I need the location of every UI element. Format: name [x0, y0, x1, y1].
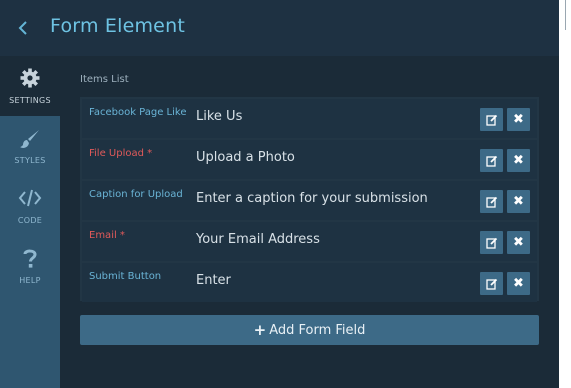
- item-value: Like Us: [196, 109, 243, 124]
- items-list-label: Items List: [80, 74, 129, 85]
- sidebar-item-help[interactable]: HELP: [0, 236, 60, 296]
- item-value: Enter a caption for your submission: [196, 191, 428, 206]
- item-value: Enter: [196, 273, 231, 288]
- header: Form Element: [0, 0, 559, 56]
- edit-button[interactable]: [480, 108, 503, 131]
- question-icon: [0, 248, 60, 270]
- close-icon: ✖: [513, 235, 524, 250]
- items-list: Facebook Page Like Like Us ✖ File Upload…: [80, 97, 539, 302]
- edit-icon: [485, 237, 498, 249]
- sidebar-item-label: SETTINGS: [9, 96, 51, 105]
- edit-button[interactable]: [480, 272, 503, 295]
- form-element-panel: Form Element SETTINGS STYLES CODE HELP I…: [0, 0, 559, 388]
- paintbrush-icon: [0, 128, 60, 150]
- sidebar-item-label: STYLES: [14, 156, 46, 165]
- item-label: File Upload *: [89, 148, 153, 159]
- list-item: Facebook Page Like Like Us ✖: [82, 99, 537, 138]
- sidebar-item-code[interactable]: CODE: [0, 176, 60, 236]
- list-item: Submit Button Enter ✖: [82, 263, 537, 302]
- sidebar-item-settings[interactable]: SETTINGS: [0, 56, 60, 116]
- close-icon: ✖: [513, 112, 524, 127]
- edit-icon: [485, 196, 498, 208]
- item-label: Caption for Upload: [89, 189, 183, 200]
- window-edge: [559, 0, 571, 388]
- list-item: Caption for Upload Enter a caption for y…: [82, 181, 537, 220]
- item-value: Upload a Photo: [196, 150, 295, 165]
- item-label: Email *: [89, 230, 125, 241]
- item-label: Submit Button: [89, 271, 162, 282]
- list-item: File Upload * Upload a Photo ✖: [82, 140, 537, 179]
- edit-button[interactable]: [480, 149, 503, 172]
- edit-icon: [485, 278, 498, 290]
- code-icon: [0, 188, 60, 210]
- delete-button[interactable]: ✖: [507, 231, 530, 254]
- edit-icon: [485, 114, 498, 126]
- add-form-field-button[interactable]: + Add Form Field: [80, 315, 539, 345]
- add-form-field-label: Add Form Field: [269, 322, 366, 338]
- edit-icon: [485, 155, 498, 167]
- delete-button[interactable]: ✖: [507, 149, 530, 172]
- plus-icon: +: [253, 321, 267, 339]
- close-icon: ✖: [513, 153, 524, 168]
- item-label: Facebook Page Like: [89, 107, 187, 118]
- gear-icon: [0, 68, 60, 90]
- delete-button[interactable]: ✖: [507, 108, 530, 131]
- chevron-left-icon[interactable]: [17, 17, 33, 39]
- edit-button[interactable]: [480, 190, 503, 213]
- close-icon: ✖: [513, 276, 524, 291]
- edit-button[interactable]: [480, 231, 503, 254]
- sidebar-item-label: CODE: [17, 216, 43, 225]
- delete-button[interactable]: ✖: [507, 190, 530, 213]
- sidebar-item-styles[interactable]: STYLES: [0, 116, 60, 176]
- close-icon: ✖: [513, 194, 524, 209]
- scrollbar[interactable]: [565, 0, 566, 30]
- page-title: Form Element: [50, 15, 185, 37]
- list-item: Email * Your Email Address ✖: [82, 222, 537, 261]
- sidebar-item-label: HELP: [19, 276, 41, 285]
- delete-button[interactable]: ✖: [507, 272, 530, 295]
- item-value: Your Email Address: [196, 232, 320, 247]
- sidebar: SETTINGS STYLES CODE HELP: [0, 56, 60, 388]
